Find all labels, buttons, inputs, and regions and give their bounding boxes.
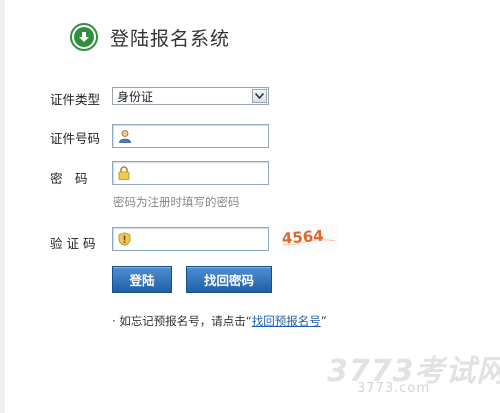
captcha-input[interactable] <box>135 230 285 248</box>
id-type-select[interactable]: 身份证 <box>112 87 269 105</box>
forgot-note-suffix: ” <box>320 314 327 328</box>
recover-prereg-link[interactable]: 找回预报名号 <box>252 314 321 328</box>
captcha-char: 4564 <box>281 227 324 248</box>
chevron-down-icon[interactable] <box>252 89 267 103</box>
id-number-label: 证件号码 <box>50 131 101 146</box>
id-type-label: 证件类型 <box>50 92 101 107</box>
left-edge-shade <box>0 0 5 413</box>
forgot-note-prefix: · 如忘记预报名号，请点击“ <box>112 314 252 328</box>
id-type-selected-value: 身份证 <box>117 89 154 104</box>
page-title: 登陆报名系统 <box>110 27 231 50</box>
watermark-subtext: 3773.com <box>357 381 430 396</box>
forgot-note: · 如忘记预报名号，请点击“找回预报名号” <box>112 313 327 329</box>
id-number-field[interactable] <box>112 124 286 148</box>
download-arrow-icon <box>70 23 98 51</box>
captcha-label: 验 证 码 <box>50 236 96 251</box>
password-hint: 密码为注册时填写的密码 <box>113 195 240 209</box>
header: 登陆报名系统 <box>70 22 230 52</box>
password-field[interactable] <box>112 161 284 185</box>
recover-password-button[interactable]: 找回密码 <box>186 266 272 293</box>
watermark-logo: 3773考试网 3773.com <box>327 346 500 400</box>
captcha-field[interactable] <box>112 227 285 251</box>
lock-icon <box>118 166 130 180</box>
id-number-input[interactable] <box>136 127 286 145</box>
user-icon <box>118 129 132 143</box>
captcha-image[interactable]: 4564 <box>281 224 337 252</box>
password-input[interactable] <box>134 164 284 182</box>
shield-key-icon <box>118 232 131 246</box>
login-button[interactable]: 登陆 <box>112 266 172 293</box>
password-label: 密 码 <box>50 171 88 186</box>
